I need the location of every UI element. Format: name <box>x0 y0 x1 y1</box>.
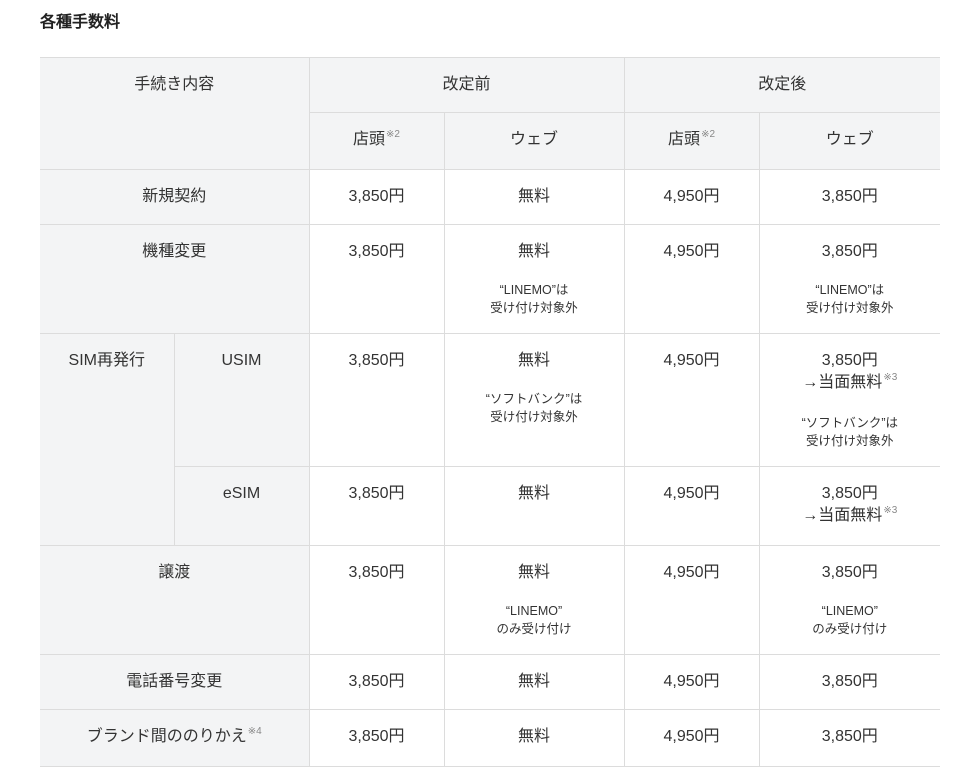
table-row: SIM再発行 USIM 3,850円 無料 “ソフトバンク”は 受け付け対象外 … <box>40 333 941 546</box>
before-store-fee: 3,850円 <box>308 654 445 710</box>
fee-note-line: のみ受け付け <box>496 622 572 636</box>
after-store-fee: 4,950円 <box>623 654 760 710</box>
header-before-web: ウェブ <box>443 112 625 170</box>
fee-value: 3,850円 <box>821 564 878 581</box>
fee-value: 無料 <box>518 564 551 581</box>
header-row: 手続き内容 改定前 改定後 <box>40 57 941 170</box>
before-web-fee: 無料 “ソフトバンク”は 受け付け対象外 <box>443 333 625 467</box>
row-label-text: ブランド間ののりかえ <box>86 728 247 745</box>
fee-value: 3,850円 <box>821 352 878 369</box>
row-label: ブランド間ののりかえ※4 <box>40 709 310 767</box>
before-store-fee: 3,850円 <box>308 333 445 467</box>
fee-note: “LINEMO”は 受け付け対象外 <box>449 281 620 317</box>
before-web-fee: 無料 <box>443 169 625 225</box>
table-row: 譲渡 3,850円 無料 “LINEMO” のみ受け付け 4,950円 3,85… <box>40 545 941 655</box>
after-store-fee: 4,950円 <box>623 169 760 225</box>
table-header: 手続き内容 改定前 改定後 店頭※2 ウェブ 店頭※2 ウェブ <box>40 57 941 170</box>
fee-note-line: “LINEMO” <box>821 604 878 618</box>
header-before: 改定前 <box>308 57 625 113</box>
fee-note: “LINEMO” のみ受け付け <box>449 602 620 638</box>
fee-note-line: “LINEMO”は <box>499 283 569 297</box>
fee-note: “ソフトバンク”は 受け付け対象外 <box>449 390 620 426</box>
row-label: eSIM <box>173 466 310 546</box>
after-store-fee: 4,950円 <box>623 333 760 467</box>
before-store-fee: 3,850円 <box>308 709 445 767</box>
fee-change-text: →当面無料 <box>802 374 883 391</box>
after-web-fee: 3,850円 <box>758 169 941 225</box>
table-row: ブランド間ののりかえ※4 3,850円 無料 4,950円 3,850円 <box>40 709 941 767</box>
before-web-fee: 無料 <box>443 709 625 767</box>
footnote-mark: ※4 <box>247 726 262 737</box>
table-row: 電話番号変更 3,850円 無料 4,950円 3,850円 <box>40 654 941 710</box>
row-label: 新規契約 <box>40 169 310 225</box>
footnote-mark: ※3 <box>883 505 898 516</box>
table-row: 機種変更 3,850円 無料 “LINEMO”は 受け付け対象外 4,950円 … <box>40 224 941 334</box>
before-web-fee: 無料 “LINEMO” のみ受け付け <box>443 545 625 655</box>
header-store-label: 店頭 <box>353 131 386 148</box>
row-label: 機種変更 <box>40 224 310 334</box>
fee-note-line: 受け付け対象外 <box>806 301 894 315</box>
fee-note-line: “LINEMO” <box>505 604 563 618</box>
after-web-fee: 3,850円 →当面無料※3 <box>758 466 941 546</box>
fee-value: 無料 <box>518 243 551 260</box>
row-group-label: SIM再発行 <box>40 333 175 546</box>
fee-table: 手続き内容 改定前 改定後 店頭※2 ウェブ 店頭※2 ウェブ 新規契約 3,8… <box>40 57 941 767</box>
before-web-fee: 無料 <box>443 466 625 546</box>
row-label: 電話番号変更 <box>40 654 310 710</box>
fee-note-line: “LINEMO”は <box>815 283 885 297</box>
fee-change: →当面無料※3 <box>764 372 937 396</box>
after-store-fee: 4,950円 <box>623 224 760 334</box>
fee-note-line: “ソフトバンク”は <box>485 392 583 406</box>
fee-value: 3,850円 <box>821 485 878 502</box>
footnote-mark: ※2 <box>701 129 716 140</box>
header-after-web: ウェブ <box>758 112 941 170</box>
fee-change-text: →当面無料 <box>802 507 883 524</box>
after-web-fee: 3,850円 <box>758 709 941 767</box>
after-store-fee: 4,950円 <box>623 709 760 767</box>
after-web-fee: 3,850円 <box>758 654 941 710</box>
table-row: eSIM 3,850円 無料 4,950円 3,850円 →当面無料※3 <box>40 466 941 546</box>
fee-value: 3,850円 <box>821 243 878 260</box>
before-store-fee: 3,850円 <box>308 545 445 655</box>
header-after: 改定後 <box>623 57 941 113</box>
fee-note-line: 受け付け対象外 <box>490 410 578 424</box>
header-after-store: 店頭※2 <box>623 112 760 170</box>
header-store-label: 店頭 <box>668 131 701 148</box>
fee-note: “LINEMO”は 受け付け対象外 <box>764 281 937 317</box>
after-web-fee: 3,850円 “LINEMO” のみ受け付け <box>758 545 941 655</box>
fee-value: 無料 <box>518 352 551 369</box>
after-store-fee: 4,950円 <box>623 466 760 546</box>
fee-note-line: “ソフトバンク”は <box>801 416 899 430</box>
before-store-fee: 3,850円 <box>308 224 445 334</box>
before-web-fee: 無料 <box>443 654 625 710</box>
header-procedure: 手続き内容 <box>40 57 310 170</box>
fee-note-line: 受け付け対象外 <box>490 301 578 315</box>
before-store-fee: 3,850円 <box>308 169 445 225</box>
fee-note-line: 受け付け対象外 <box>806 434 894 448</box>
page-title: 各種手数料 <box>40 14 121 31</box>
after-store-fee: 4,950円 <box>623 545 760 655</box>
fee-note: “LINEMO” のみ受け付け <box>764 602 937 638</box>
after-web-fee: 3,850円 “LINEMO”は 受け付け対象外 <box>758 224 941 334</box>
table-body: 新規契約 3,850円 無料 4,950円 3,850円 機種変更 3,850円… <box>40 169 941 767</box>
header-before-store: 店頭※2 <box>308 112 445 170</box>
footnote-mark: ※3 <box>883 372 898 383</box>
footnote-mark: ※2 <box>386 129 400 140</box>
table-row: 新規契約 3,850円 無料 4,950円 3,850円 <box>40 169 941 225</box>
after-web-fee: 3,850円 →当面無料※3 “ソフトバンク”は 受け付け対象外 <box>758 333 941 467</box>
fee-note: “ソフトバンク”は 受け付け対象外 <box>764 414 937 450</box>
fee-change: →当面無料※3 <box>764 505 937 529</box>
row-label: 譲渡 <box>40 545 310 655</box>
before-web-fee: 無料 “LINEMO”は 受け付け対象外 <box>443 224 625 334</box>
fee-note-line: のみ受け付け <box>812 622 888 636</box>
row-label: USIM <box>173 333 310 467</box>
before-store-fee: 3,850円 <box>308 466 445 546</box>
